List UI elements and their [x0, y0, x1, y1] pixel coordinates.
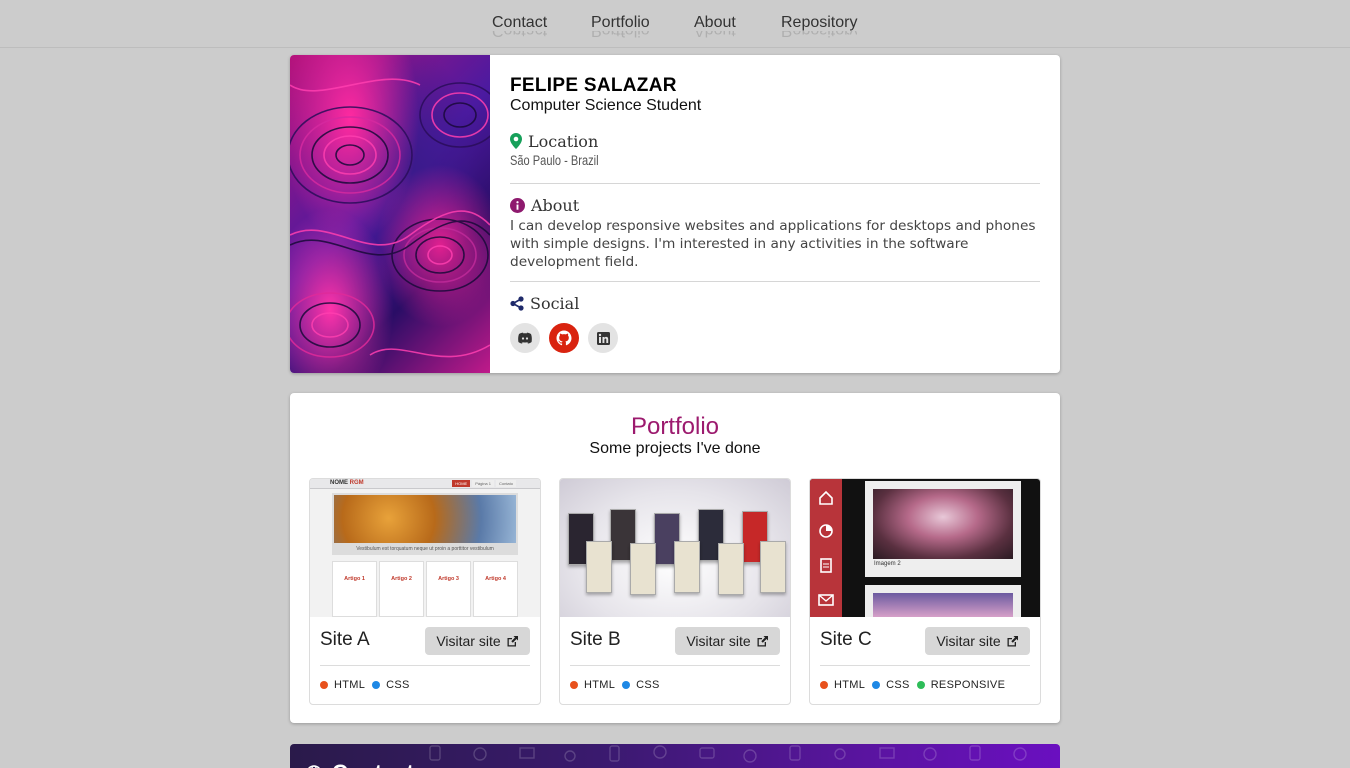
linkedin-icon	[596, 331, 610, 345]
about-heading-text: About	[531, 195, 580, 215]
nav-contact-reflection: Contact	[492, 31, 547, 39]
nav-repository-reflection: Repository	[781, 31, 857, 39]
nav-about[interactable]: About About	[694, 14, 736, 39]
profile-name: FELIPE SALAZAR	[510, 75, 677, 96]
thumbnail-train-image	[873, 489, 1013, 559]
tag-html: HTML	[570, 679, 615, 691]
thumbnail-caption: Imagem 2	[874, 561, 901, 567]
thumbnail-columns: Artigo 1 Artigo 2 Artigo 3 Artigo 4	[332, 561, 518, 617]
contact-section: Contact	[290, 744, 1060, 768]
profile-title: Computer Science Student	[510, 97, 702, 114]
nav-portfolio-reflection: Portfolio	[591, 31, 650, 39]
tag-html: HTML	[820, 679, 865, 691]
discord-link[interactable]	[510, 323, 540, 353]
thumbnail-header: NOME RGM HOME Página 1 Contato	[310, 479, 540, 489]
nav-contact-label: Contact	[492, 14, 548, 31]
nav-portfolio-label: Portfolio	[591, 14, 650, 31]
portfolio-title: Portfolio	[630, 413, 720, 440]
info-icon	[510, 197, 525, 213]
project-card-site-b: Site B Visitar site HTML CSS	[559, 478, 791, 705]
project-card-site-c: Imagem 2 Site C Visitar site HTML CSS RE…	[809, 478, 1041, 705]
share-icon	[510, 295, 524, 311]
github-icon	[556, 330, 572, 346]
top-navigation: Contact Contact Portfolio Portfolio Abou…	[0, 0, 1350, 48]
divider	[570, 665, 780, 666]
thumbnail-sidebar	[810, 479, 842, 617]
tech-tags: HTML CSS	[570, 679, 662, 691]
project-thumbnail	[560, 479, 790, 617]
social-links	[510, 323, 618, 353]
location-heading: Location	[510, 131, 598, 151]
project-thumbnail: Imagem 2	[810, 479, 1040, 617]
thumbnail-band: Vestibulum est torquatum neque ut proin …	[332, 543, 518, 555]
project-name: Site C	[820, 629, 872, 650]
project-card-site-a: NOME RGM HOME Página 1 Contato Vestibulu…	[309, 478, 541, 705]
divider	[510, 183, 1040, 184]
map-marker-icon	[510, 133, 522, 149]
visit-site-label: Visitar site	[436, 633, 501, 649]
portfolio-section: Portfolio Some projects I've done NOME R…	[290, 393, 1060, 723]
profile-card: FELIPE SALAZAR Computer Science Student …	[290, 55, 1060, 373]
social-heading: Social	[510, 293, 579, 313]
visit-site-label: Visitar site	[936, 633, 1001, 649]
social-heading-text: Social	[530, 293, 580, 313]
location-heading-text: Location	[528, 131, 599, 151]
about-heading: About	[510, 195, 579, 215]
visit-site-button[interactable]: Visitar site	[925, 627, 1030, 655]
tag-html: HTML	[320, 679, 365, 691]
profile-cover-image	[290, 55, 490, 373]
thumbnail-menu: HOME Página 1 Contato	[452, 480, 516, 487]
tech-tags: HTML CSS	[320, 679, 412, 691]
tag-css: CSS	[872, 679, 910, 691]
contact-title: Contact	[306, 760, 414, 768]
project-name: Site A	[320, 629, 370, 650]
external-link-icon	[507, 635, 518, 646]
github-link[interactable]	[549, 323, 579, 353]
visit-site-button[interactable]: Visitar site	[675, 627, 780, 655]
nav-repository-label: Repository	[781, 14, 858, 31]
nav-contact[interactable]: Contact Contact	[492, 14, 547, 39]
linkedin-link[interactable]	[588, 323, 618, 353]
divider	[510, 281, 1040, 282]
external-link-icon	[1007, 635, 1018, 646]
discord-icon	[518, 332, 532, 344]
swirl-pattern	[290, 78, 490, 358]
external-link-icon	[757, 635, 768, 646]
nav-portfolio[interactable]: Portfolio Portfolio	[591, 14, 650, 39]
project-thumbnail: NOME RGM HOME Página 1 Contato Vestibulu…	[310, 479, 540, 617]
tech-tags: HTML CSS RESPONSIVE	[820, 679, 1007, 691]
visit-site-label: Visitar site	[686, 633, 751, 649]
profile-body: FELIPE SALAZAR Computer Science Student …	[510, 75, 1040, 353]
nav-about-reflection: About	[694, 31, 736, 39]
divider	[320, 665, 530, 666]
location-value: São Paulo - Brazil	[510, 153, 599, 168]
project-name: Site B	[570, 629, 621, 650]
about-text: I can develop responsive websites and ap…	[510, 218, 1036, 270]
portfolio-subtitle: Some projects I've done	[589, 440, 761, 457]
visit-site-button[interactable]: Visitar site	[425, 627, 530, 655]
tag-css: CSS	[622, 679, 660, 691]
tag-css: CSS	[372, 679, 410, 691]
nav-repository[interactable]: Repository Repository	[781, 14, 857, 39]
nav-about-label: About	[694, 14, 736, 31]
divider	[820, 665, 1030, 666]
tag-responsive: RESPONSIVE	[916, 679, 1006, 691]
thumbnail-logo: NOME RGM	[330, 480, 364, 486]
contact-title-text: Contact	[332, 760, 414, 768]
